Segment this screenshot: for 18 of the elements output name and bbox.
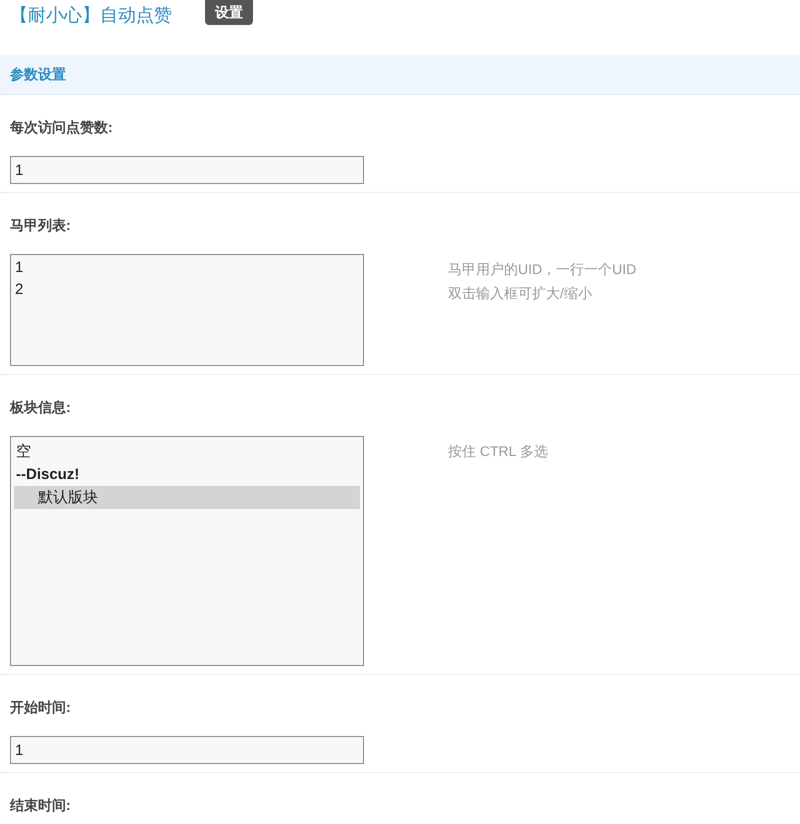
- list-option[interactable]: 空: [14, 440, 360, 463]
- list-option[interactable]: 默认版块: [14, 486, 360, 509]
- field-label: 开始时间:: [10, 698, 72, 717]
- page-title: 【耐小心】自动点赞: [10, 4, 173, 27]
- input-field[interactable]: 1: [10, 156, 364, 184]
- text-area[interactable]: 1 2: [10, 254, 364, 366]
- list-box[interactable]: 空 --Discuz! 默认版块: [10, 436, 364, 666]
- section-title: 参数设置: [10, 65, 66, 84]
- tab[interactable]: 设置: [205, 0, 253, 25]
- input-field[interactable]: 1: [10, 736, 364, 764]
- hint-text: 马甲用户的UID，一行一个UID: [448, 260, 636, 279]
- list-group-label: --Discuz!: [15, 465, 80, 485]
- field-label: 每次访问点赞数:: [10, 118, 114, 137]
- hint-text: 双击输入框可扩大/缩小: [448, 284, 593, 303]
- field-label: 板块信息:: [10, 398, 72, 417]
- hint-text: 按住 CTRL 多选: [448, 442, 548, 461]
- field-label: 结束时间:: [10, 796, 72, 815]
- field-label: 马甲列表:: [10, 216, 72, 235]
